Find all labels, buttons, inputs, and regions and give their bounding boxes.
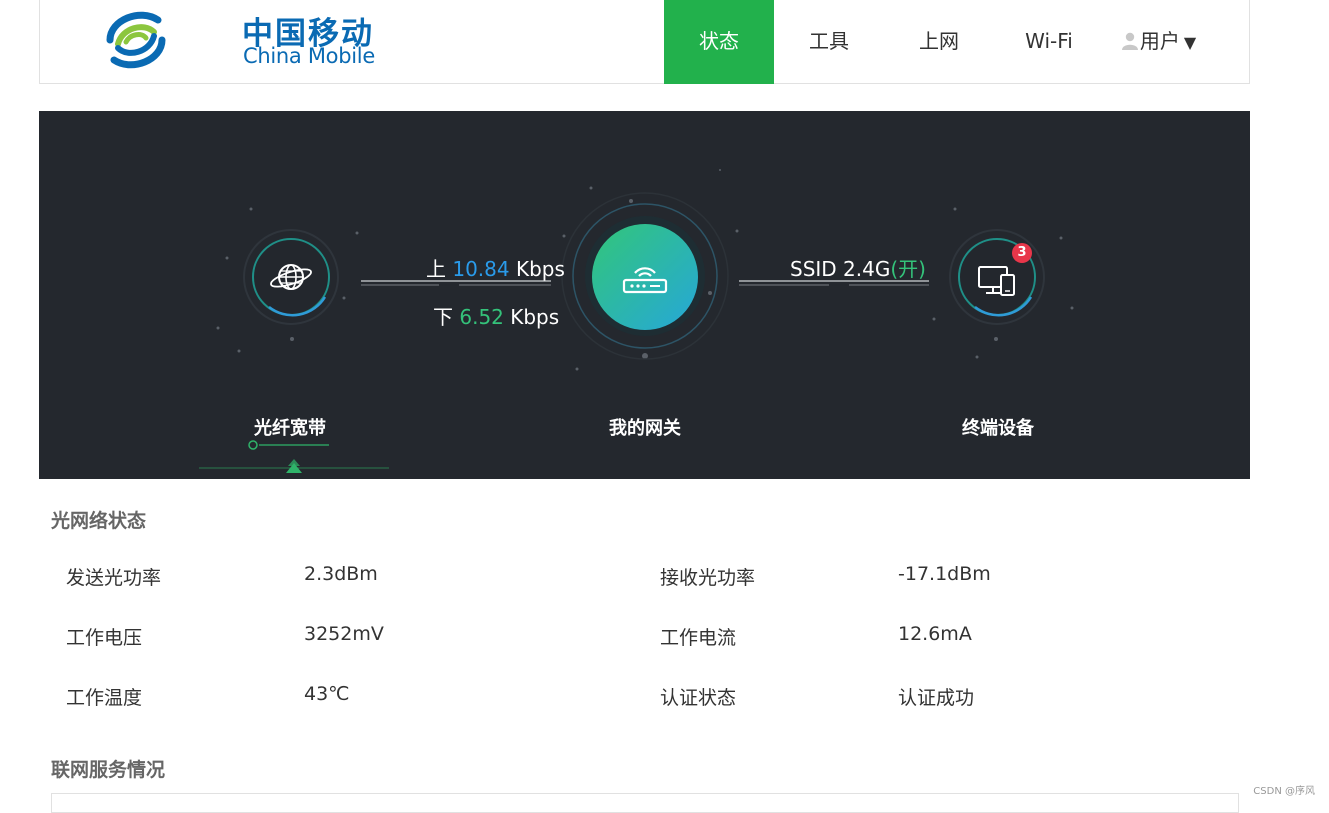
- node-label-gateway[interactable]: 我的网关: [609, 414, 681, 440]
- upload-unit: Kbps: [515, 257, 565, 281]
- nav-tab-internet[interactable]: 上网: [884, 0, 994, 84]
- user-menu-label: 用户: [1139, 29, 1180, 53]
- voltage-value: 3252mV: [304, 623, 384, 645]
- temperature-label: 工作温度: [66, 687, 143, 709]
- terminal-count-badge: 3: [1012, 243, 1032, 263]
- chevron-down-icon: ▼: [1183, 33, 1197, 52]
- nav-tab-wifi[interactable]: Wi-Fi: [994, 0, 1104, 84]
- upload-prefix: 上: [426, 257, 446, 281]
- upload-value: 10.84: [452, 257, 510, 281]
- service-status-title: 联网服务情况: [51, 759, 166, 781]
- globe-icon[interactable]: [269, 256, 313, 298]
- tx-power-value: 2.3dBm: [304, 563, 378, 585]
- download-value: 6.52: [459, 305, 504, 329]
- download-speed: 下 6.52 Kbps: [433, 301, 559, 330]
- download-unit: Kbps: [510, 305, 560, 329]
- brand-name-en: China Mobile: [243, 44, 375, 68]
- nav-user-menu[interactable]: 用户 ▼: [1104, 0, 1214, 84]
- nav-tab-tools[interactable]: 工具: [774, 0, 884, 84]
- router-icon[interactable]: [621, 259, 669, 299]
- optical-status-title: 光网络状态: [51, 510, 147, 532]
- upload-speed: 上 10.84 Kbps: [426, 253, 565, 282]
- node-label-terminals[interactable]: 终端设备: [962, 414, 1034, 440]
- ssid-label: SSID 2.4G: [790, 257, 891, 281]
- current-label: 工作电流: [660, 627, 737, 649]
- download-prefix: 下: [433, 305, 453, 329]
- china-mobile-logo-icon: [106, 11, 166, 69]
- service-status-box: [51, 793, 1239, 813]
- main-nav: 状态 工具 上网 Wi-Fi 用户 ▼: [664, 0, 1214, 84]
- voltage-label: 工作电压: [66, 627, 143, 649]
- rx-power-value: -17.1dBm: [898, 563, 991, 585]
- ssid-status[interactable]: SSID 2.4G(开): [790, 253, 926, 282]
- node-label-fiber[interactable]: 光纤宽带: [254, 414, 326, 440]
- auth-status-value: 认证成功: [898, 687, 975, 709]
- temperature-value: 43℃: [304, 683, 350, 705]
- ssid-state: (开): [890, 257, 926, 281]
- user-icon: [1121, 32, 1138, 50]
- network-topology-panel: 3 上 10.84 Kbps 下 6.52 Kbps SSID 2.4G(开) …: [39, 111, 1250, 479]
- china-mobile-logo[interactable]: 中国移动 China Mobile: [100, 4, 375, 76]
- tx-power-label: 发送光功率: [66, 567, 162, 589]
- devices-icon[interactable]: [976, 263, 1018, 299]
- watermark: CSDN @序风: [1253, 786, 1315, 797]
- rx-power-label: 接收光功率: [660, 567, 756, 589]
- top-bar: 中国移动 China Mobile 状态 工具 上网 Wi-Fi 用户 ▼: [39, 0, 1250, 84]
- nav-tab-status[interactable]: 状态: [664, 0, 774, 84]
- current-value: 12.6mA: [898, 623, 972, 645]
- auth-status-label: 认证状态: [660, 687, 737, 709]
